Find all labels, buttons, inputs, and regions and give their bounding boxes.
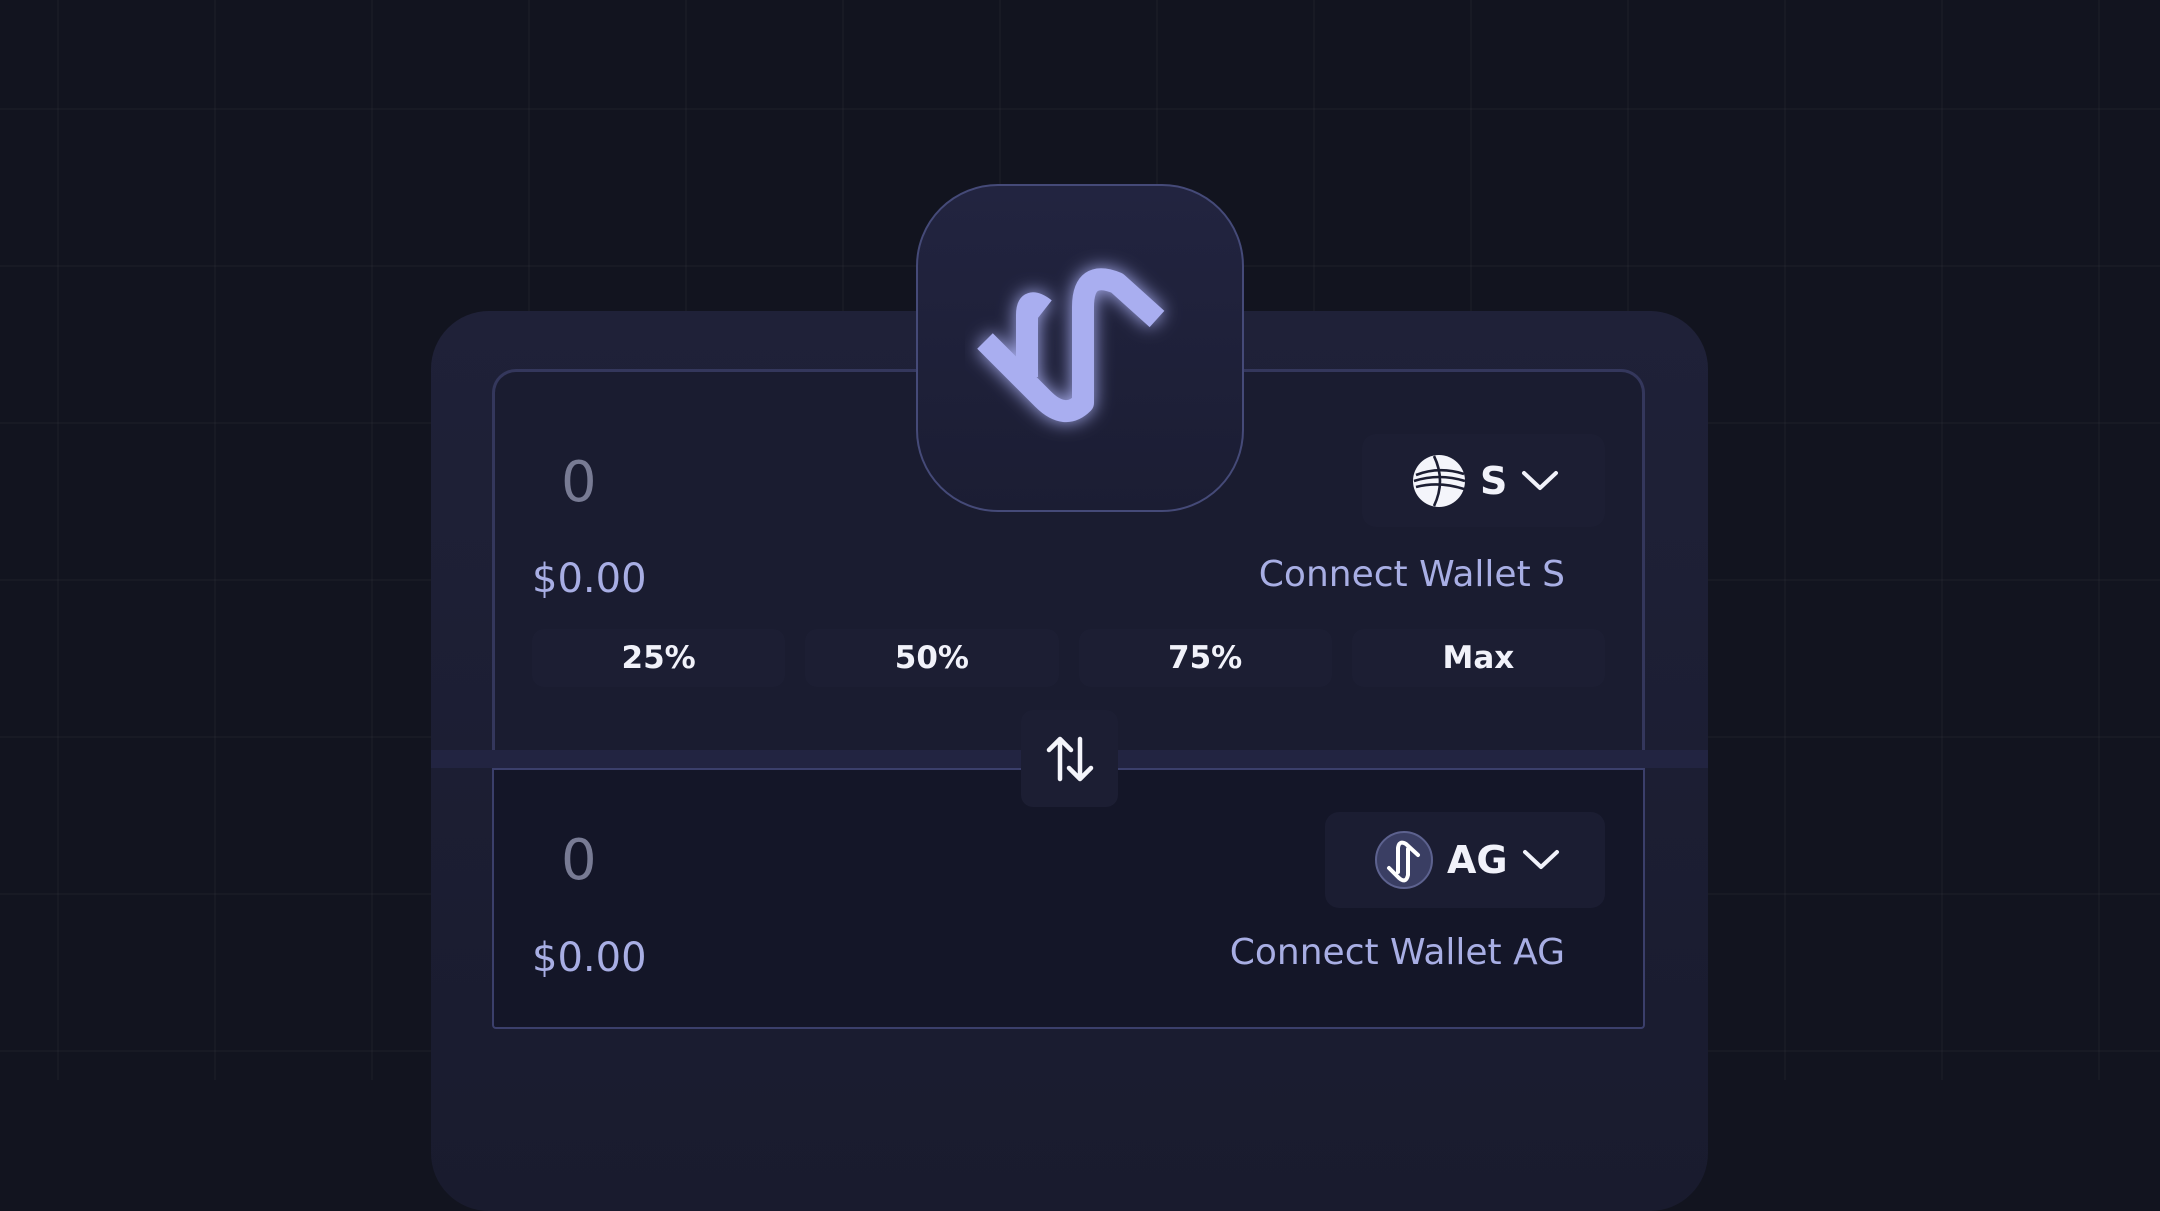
max-button[interactable]: Max <box>1352 629 1605 687</box>
swap-arrows-icon <box>1043 732 1097 786</box>
connect-wallet-s-link[interactable]: Connect Wallet S <box>1259 557 1565 593</box>
percent-button-row: 25% 50% 75% Max <box>532 629 1605 687</box>
buy-usd-value: $0.00 <box>532 938 647 978</box>
percent-50-button[interactable]: 50% <box>805 629 1058 687</box>
sell-token-symbol: S <box>1480 459 1507 503</box>
ag-token-icon <box>1375 831 1433 889</box>
percent-75-button[interactable]: 75% <box>1079 629 1332 687</box>
buy-token-symbol: AG <box>1447 838 1508 882</box>
buy-token-selector[interactable]: AG <box>1325 812 1605 908</box>
chevron-down-icon <box>1522 848 1560 872</box>
sell-token-selector[interactable]: S <box>1362 434 1605 527</box>
percent-25-button[interactable]: 25% <box>532 629 785 687</box>
sell-amount-input[interactable]: 0 <box>561 455 597 511</box>
buy-amount-input[interactable]: 0 <box>561 833 597 889</box>
sonic-token-icon <box>1412 454 1466 508</box>
app-logo <box>916 184 1244 512</box>
sell-usd-value: $0.00 <box>532 559 647 599</box>
chevron-down-icon <box>1521 469 1559 493</box>
connect-wallet-ag-link[interactable]: Connect Wallet AG <box>1230 935 1565 971</box>
swap-direction-button[interactable] <box>1021 710 1118 807</box>
app-logo-icon <box>965 243 1195 453</box>
